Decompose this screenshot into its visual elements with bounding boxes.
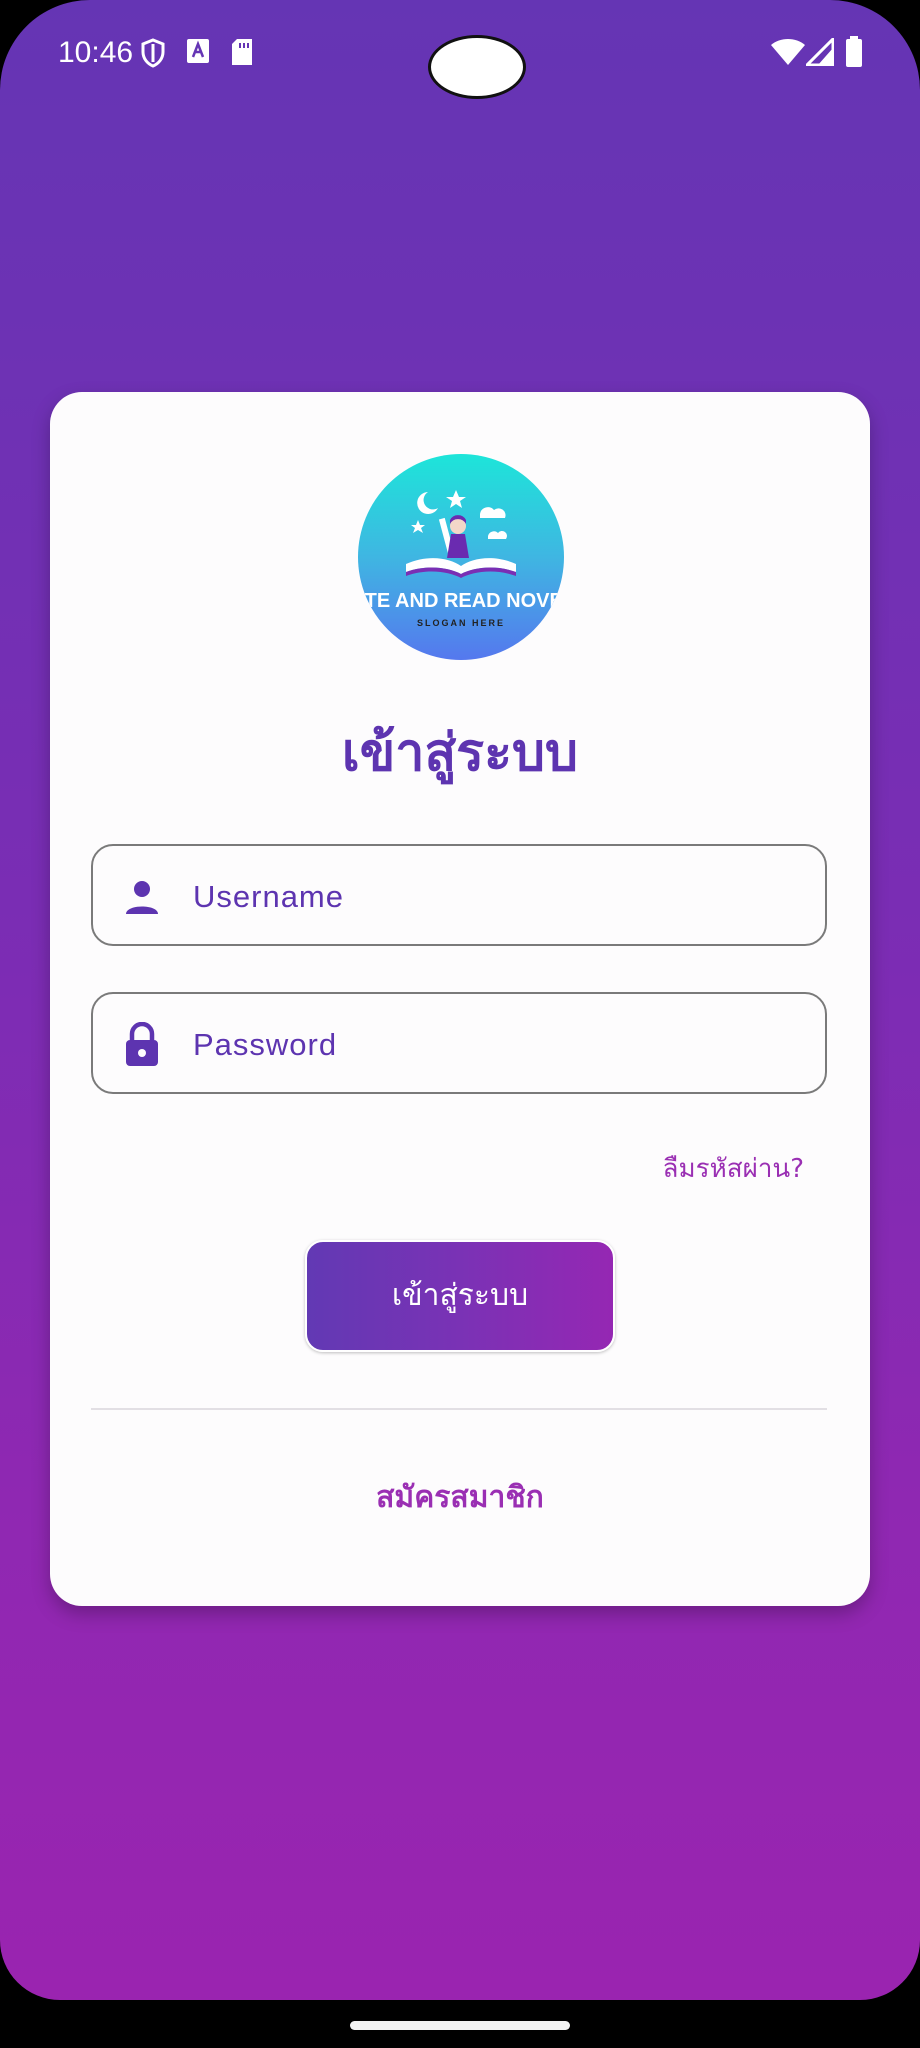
- username-input[interactable]: [191, 866, 795, 928]
- font-a-icon: [186, 38, 210, 68]
- shield-icon: [140, 38, 166, 72]
- lock-icon: [123, 1021, 161, 1072]
- register-link[interactable]: สมัครสมาชิก: [50, 1474, 870, 1521]
- password-input[interactable]: [191, 1014, 795, 1076]
- wifi-icon: [770, 38, 806, 70]
- username-field[interactable]: [91, 844, 827, 946]
- book-illustration-icon: [406, 490, 516, 578]
- login-card: ITE AND READ NOVE SLOGAN HERE เข้าสู่ระบ…: [50, 392, 870, 1606]
- logo-text: ITE AND READ NOVE: [359, 590, 563, 612]
- login-button[interactable]: เข้าสู่ระบบ: [305, 1240, 615, 1352]
- status-bar: 10:46: [0, 0, 920, 110]
- logo-slogan: SLOGAN HERE: [416, 618, 505, 628]
- app-screen: 10:46 ITE AND READ NOVE SLOGAN HERE เข้า…: [0, 0, 920, 2000]
- person-icon: [123, 878, 161, 920]
- front-camera: [428, 35, 526, 99]
- sd-card-icon: [230, 38, 254, 70]
- page-title: เข้าสู่ระบบ: [341, 723, 579, 783]
- app-logo: ITE AND READ NOVE SLOGAN HERE: [358, 454, 564, 660]
- password-field[interactable]: [91, 992, 827, 1094]
- forgot-password-link[interactable]: ลืมรหัสผ่าน?: [663, 1148, 804, 1189]
- divider: [91, 1408, 827, 1410]
- home-indicator[interactable]: [350, 2021, 570, 2030]
- battery-icon: [845, 36, 863, 72]
- cell-signal-icon: [803, 35, 835, 70]
- status-time: 10:46: [58, 36, 134, 69]
